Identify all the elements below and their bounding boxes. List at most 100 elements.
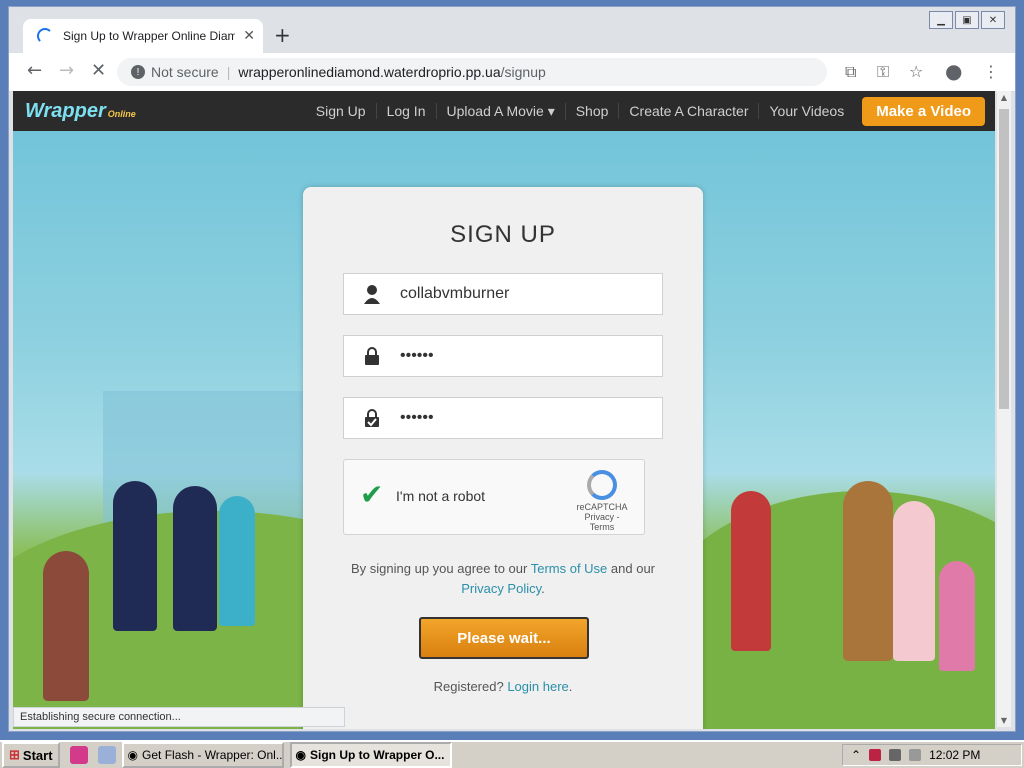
maximize-button[interactable]: ▣ bbox=[955, 11, 979, 29]
new-tab-button[interactable]: + bbox=[274, 23, 291, 47]
character-worker bbox=[43, 551, 89, 701]
status-bar: Establishing secure connection... bbox=[13, 707, 345, 727]
nav-shop[interactable]: Shop bbox=[566, 103, 620, 119]
recaptcha-widget[interactable]: ✔ I'm not a robot reCAPTCHA Privacy - Te… bbox=[343, 459, 645, 535]
web-page: Wrapper Online Sign Up Log In Upload A Mo… bbox=[13, 91, 995, 729]
extension-blocked-icon[interactable]: ⧉ bbox=[845, 62, 856, 82]
signup-title: SIGN UP bbox=[450, 221, 556, 248]
password-value: •••••• bbox=[400, 347, 434, 364]
url-path: /signup bbox=[500, 64, 546, 80]
password-field[interactable]: •••••• bbox=[343, 335, 663, 377]
nav-your-videos[interactable]: Your Videos bbox=[759, 103, 854, 119]
scroll-down-icon[interactable]: ▼ bbox=[997, 716, 1011, 725]
character-police-1 bbox=[113, 481, 157, 631]
quicklaunch-app-icon[interactable] bbox=[69, 746, 88, 764]
character-photographer bbox=[731, 491, 771, 651]
loading-spinner-icon bbox=[37, 28, 53, 44]
logo-subtext: Online bbox=[107, 108, 136, 119]
url-host: wrapperonlinediamond.waterdroprio.pp.ua bbox=[238, 64, 501, 80]
signup-card: SIGN UP collabvmburner •••••• •••••• ✔ I… bbox=[303, 187, 703, 729]
character-police-2 bbox=[173, 486, 217, 631]
confirm-password-value: •••••• bbox=[400, 409, 434, 426]
character-mother bbox=[893, 501, 935, 661]
terms-post: . bbox=[541, 581, 545, 596]
registered-text: Registered? Login here. bbox=[303, 679, 703, 694]
chrome-icon: ◉ bbox=[127, 748, 139, 762]
terms-of-use-link[interactable]: Terms of Use bbox=[531, 561, 608, 576]
close-button[interactable]: ✕ bbox=[981, 11, 1005, 29]
nav-login[interactable]: Log In bbox=[377, 103, 437, 119]
terms-text: By signing up you agree to our Terms of … bbox=[333, 559, 673, 599]
tray-volume-icon[interactable] bbox=[909, 749, 922, 761]
start-label: Start bbox=[22, 747, 53, 763]
checkmark-icon[interactable]: ✔ bbox=[360, 478, 383, 511]
privacy-policy-link[interactable]: Privacy Policy bbox=[461, 581, 541, 596]
recaptcha-branding: reCAPTCHA Privacy - Terms bbox=[572, 470, 632, 532]
chrome-icon: ◉ bbox=[295, 748, 307, 762]
minimize-button[interactable]: ▁ bbox=[929, 11, 953, 29]
user-icon bbox=[344, 284, 400, 304]
taskbar-item-sign-up[interactable]: ◉ Sign Up to Wrapper O... bbox=[289, 742, 452, 768]
tab-close-icon[interactable]: ✕ bbox=[243, 28, 255, 44]
username-field[interactable]: collabvmburner bbox=[343, 273, 663, 315]
recaptcha-logo-icon bbox=[587, 470, 617, 500]
reg-post: . bbox=[568, 679, 573, 694]
character-man-teal bbox=[219, 496, 255, 626]
terms-mid: and our bbox=[607, 561, 655, 576]
nav-create-character[interactable]: Create A Character bbox=[619, 103, 760, 119]
nav-upload-movie[interactable]: Upload A Movie ▾ bbox=[437, 102, 566, 120]
scroll-up-icon[interactable]: ▲ bbox=[997, 93, 1011, 102]
terms-pre: By signing up you agree to our bbox=[351, 561, 531, 576]
reg-pre: Registered? bbox=[433, 679, 508, 694]
key-icon[interactable]: ⚿ bbox=[877, 62, 889, 82]
character-father bbox=[843, 481, 893, 661]
stop-loading-icon[interactable]: ✕ bbox=[91, 60, 106, 81]
browser-tab[interactable]: Sign Up to Wrapper Online Diamond ✕ bbox=[23, 19, 263, 53]
windows-logo-icon: ⊞ bbox=[9, 747, 20, 762]
make-video-button[interactable]: Make a Video bbox=[862, 96, 985, 126]
site-logo[interactable]: Wrapper Online bbox=[25, 100, 136, 123]
logo-text: Wrapper bbox=[25, 99, 106, 122]
scrollbar-thumb[interactable] bbox=[999, 109, 1009, 409]
nav-signup[interactable]: Sign Up bbox=[306, 103, 377, 119]
login-here-link[interactable]: Login here bbox=[507, 679, 568, 694]
nav-links: Sign Up Log In Upload A Movie ▾ Shop Cre… bbox=[306, 91, 985, 131]
recaptcha-links[interactable]: Privacy - Terms bbox=[572, 512, 632, 532]
lock-icon bbox=[344, 347, 400, 365]
site-navbar: Wrapper Online Sign Up Log In Upload A Mo… bbox=[13, 91, 995, 131]
omnibox-divider: | bbox=[226, 64, 231, 80]
taskbar-item-get-flash[interactable]: ◉ Get Flash - Wrapper: Onl... bbox=[121, 742, 284, 768]
not-secure-label[interactable]: Not secure bbox=[151, 64, 219, 80]
address-bar[interactable]: ! Not secure | wrapperonlinediamond.wate… bbox=[117, 58, 827, 86]
forward-arrow-icon[interactable]: → bbox=[59, 60, 74, 81]
task1-label: Get Flash - Wrapper: Onl... bbox=[142, 748, 284, 762]
captcha-label: I'm not a robot bbox=[396, 488, 486, 504]
vertical-scrollbar[interactable]: ▲ ▼ bbox=[997, 91, 1011, 727]
window-controls: ▁ ▣ ✕ bbox=[929, 11, 1005, 29]
username-value: collabvmburner bbox=[400, 285, 510, 302]
menu-kebab-icon[interactable]: ⋮ bbox=[983, 62, 999, 81]
star-icon[interactable]: ☆ bbox=[909, 62, 923, 81]
tray-network-icon[interactable] bbox=[889, 749, 902, 761]
caret-down-icon: ▾ bbox=[547, 102, 555, 119]
browser-window: ▁ ▣ ✕ Sign Up to Wrapper Online Diamond … bbox=[8, 6, 1016, 732]
warning-icon[interactable]: ! bbox=[131, 65, 145, 79]
back-arrow-icon[interactable]: ← bbox=[27, 60, 42, 81]
character-child bbox=[939, 561, 975, 671]
tray-shield-icon[interactable] bbox=[869, 749, 882, 761]
start-button[interactable]: ⊞ Start bbox=[2, 742, 60, 768]
windows-taskbar: ⊞ Start ◉ Get Flash - Wrapper: Onl... ◉ … bbox=[0, 740, 1024, 768]
browser-toolbar: ← → ✕ ! Not secure | wrapperonlinediamon… bbox=[9, 53, 1015, 92]
submit-button[interactable]: Please wait... bbox=[419, 617, 589, 659]
quicklaunch-explorer-icon[interactable] bbox=[97, 746, 116, 764]
profile-avatar-icon[interactable]: ● bbox=[945, 59, 962, 83]
lock-check-icon bbox=[344, 409, 400, 427]
task2-label: Sign Up to Wrapper O... bbox=[310, 748, 445, 762]
tray-expand-icon[interactable]: ⌃ bbox=[851, 748, 861, 762]
nav-upload-label: Upload A Movie bbox=[446, 102, 544, 119]
tab-title: Sign Up to Wrapper Online Diamond bbox=[63, 29, 236, 43]
confirm-password-field[interactable]: •••••• bbox=[343, 397, 663, 439]
recaptcha-brand: reCAPTCHA bbox=[576, 502, 628, 512]
clock: 12:02 PM bbox=[929, 748, 981, 762]
system-tray: ⌃ 12:02 PM bbox=[842, 744, 1022, 766]
